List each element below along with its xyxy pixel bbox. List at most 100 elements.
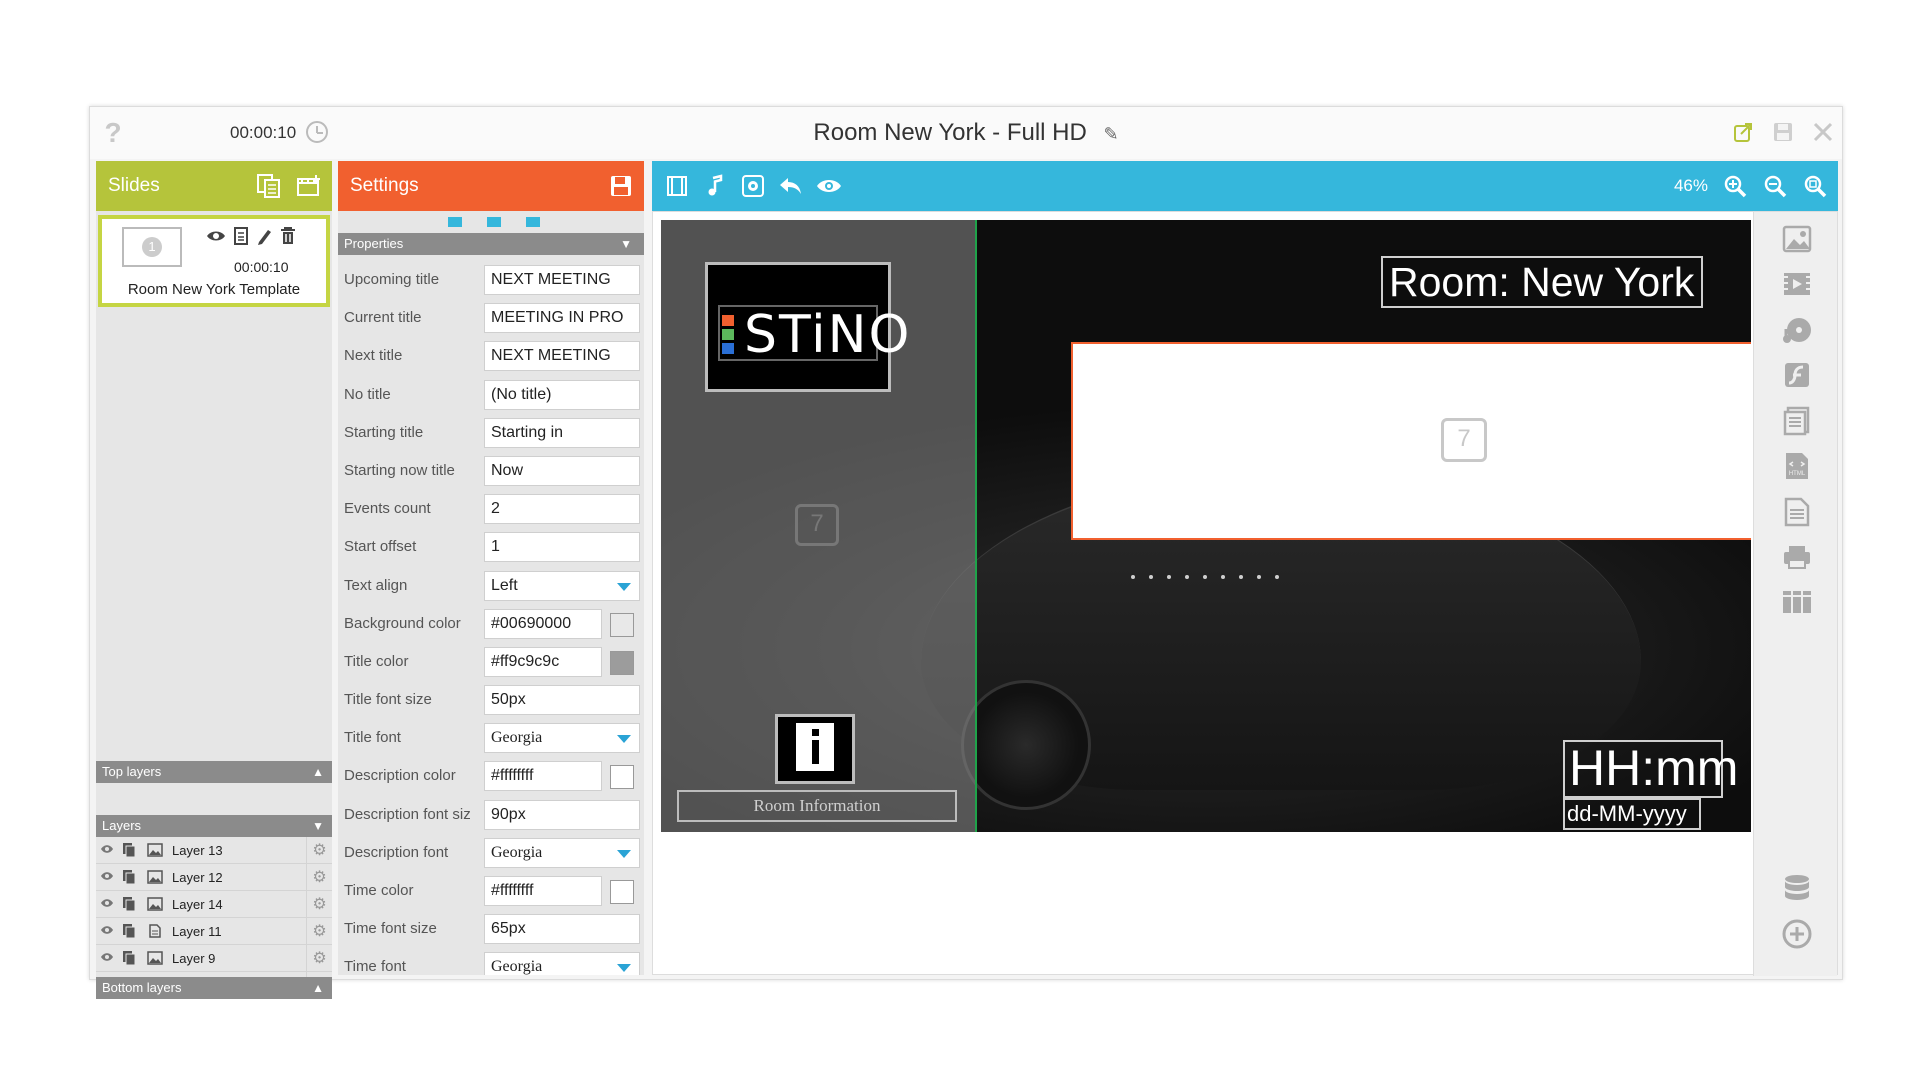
- pager-dot[interactable]: [526, 217, 540, 227]
- frame-icon[interactable]: [662, 171, 692, 201]
- document-widget-icon[interactable]: [1778, 493, 1816, 531]
- dropdown-arrow-icon[interactable]: [617, 735, 631, 744]
- export-icon[interactable]: [1730, 119, 1756, 145]
- image-widget-icon[interactable]: [1778, 220, 1816, 258]
- preview-eye-icon[interactable]: [814, 171, 844, 201]
- edit-title-icon[interactable]: ✎: [1104, 124, 1119, 145]
- settings-pager[interactable]: [448, 217, 540, 227]
- property-select[interactable]: Georgia: [484, 723, 640, 754]
- info-icon-layer[interactable]: [775, 714, 855, 784]
- property-input[interactable]: NEXT MEETING: [484, 341, 640, 372]
- html-widget-icon[interactable]: HTML: [1778, 447, 1816, 485]
- layers-section[interactable]: Layers ▼: [96, 815, 332, 837]
- layer-copy-icon[interactable]: [118, 923, 140, 939]
- color-input[interactable]: #ffffffff: [484, 876, 602, 906]
- add-widget-icon[interactable]: [1778, 915, 1816, 953]
- layer-row[interactable]: Layer 11 ⚙: [96, 917, 332, 945]
- layer-row[interactable]: Layer 14 ⚙: [96, 890, 332, 918]
- collapse-up-icon[interactable]: ▲: [312, 761, 324, 783]
- property-input[interactable]: Starting in: [484, 417, 640, 448]
- layer-settings-gear-icon[interactable]: ⚙: [306, 890, 332, 918]
- property-select[interactable]: Left: [484, 570, 640, 601]
- layer-settings-gear-icon[interactable]: ⚙: [306, 944, 332, 972]
- layer-copy-icon[interactable]: [118, 842, 140, 858]
- color-swatch[interactable]: [610, 765, 634, 790]
- slide-item[interactable]: 1 00:00:10 Room New York Template: [98, 215, 330, 307]
- zoom-out-icon[interactable]: [1760, 171, 1790, 201]
- properties-section[interactable]: Properties ▼: [338, 233, 644, 255]
- slide-visibility-icon[interactable]: [206, 227, 226, 250]
- color-input[interactable]: #ffffffff: [484, 761, 602, 792]
- layer-copy-icon[interactable]: [118, 950, 140, 966]
- time-layer[interactable]: HH:mm: [1563, 740, 1738, 798]
- property-input[interactable]: 2: [484, 494, 640, 525]
- property-select[interactable]: Georgia: [484, 837, 640, 868]
- slide-edit-icon[interactable]: [256, 227, 272, 250]
- video-widget-icon[interactable]: [1778, 265, 1816, 303]
- dropdown-arrow-icon[interactable]: [617, 849, 631, 858]
- layer-settings-gear-icon[interactable]: ⚙: [306, 863, 332, 891]
- settings-gear-icon[interactable]: [738, 171, 768, 201]
- room-title-layer[interactable]: Room: New York: [1381, 256, 1703, 308]
- layer-visibility-icon[interactable]: [96, 951, 118, 965]
- slide-delete-icon[interactable]: [280, 227, 296, 250]
- slide-canvas[interactable]: STiNO 7 Room Information Room: New York …: [661, 220, 1751, 832]
- save-settings-icon[interactable]: [606, 171, 636, 201]
- layer-visibility-icon[interactable]: [96, 924, 118, 938]
- color-swatch[interactable]: [610, 650, 634, 675]
- color-swatch[interactable]: [610, 880, 634, 904]
- left-info-panel[interactable]: STiNO 7 Room Information: [661, 220, 977, 832]
- grid-widget-icon[interactable]: [1778, 583, 1816, 621]
- property-input[interactable]: 1: [484, 532, 640, 563]
- color-input[interactable]: #00690000: [484, 608, 602, 639]
- audio-widget-icon[interactable]: [1778, 311, 1816, 349]
- music-icon[interactable]: [700, 171, 730, 201]
- property-input[interactable]: Now: [484, 455, 640, 486]
- property-input[interactable]: NEXT MEETING: [484, 265, 640, 295]
- zoom-fit-icon[interactable]: [1800, 171, 1830, 201]
- dropdown-arrow-icon[interactable]: [617, 582, 631, 591]
- layer-visibility-icon[interactable]: [96, 843, 118, 857]
- logo-layer[interactable]: STiNO: [705, 262, 909, 392]
- layer-visibility-icon[interactable]: [96, 870, 118, 884]
- dropdown-arrow-icon[interactable]: [617, 964, 631, 973]
- save-icon[interactable]: [1770, 119, 1796, 145]
- property-input[interactable]: (No title): [484, 379, 640, 410]
- add-slide-icon[interactable]: [294, 171, 324, 201]
- property-input[interactable]: 50px: [484, 685, 640, 716]
- property-select[interactable]: Georgia: [484, 952, 640, 975]
- news-widget-icon[interactable]: [1778, 402, 1816, 440]
- collapse-up-icon[interactable]: ▲: [312, 977, 324, 999]
- pager-dot[interactable]: [487, 217, 501, 227]
- undo-icon[interactable]: [776, 171, 806, 201]
- bottom-layers-section[interactable]: Bottom layers ▲: [96, 977, 332, 999]
- color-swatch[interactable]: [610, 612, 634, 637]
- room-info-label[interactable]: Room Information: [677, 790, 957, 822]
- database-icon[interactable]: [1778, 870, 1816, 908]
- property-input[interactable]: MEETING IN PRO: [484, 303, 640, 334]
- top-layers-section[interactable]: Top layers ▲: [96, 761, 332, 783]
- slide-copy-icon[interactable]: [234, 227, 248, 250]
- layer-row[interactable]: Layer 13 ⚙: [96, 837, 332, 864]
- expand-down-icon[interactable]: ▼: [620, 233, 632, 255]
- layer-settings-gear-icon[interactable]: ⚙: [306, 917, 332, 945]
- layer-copy-icon[interactable]: [118, 869, 140, 885]
- layer-visibility-icon[interactable]: [96, 897, 118, 911]
- property-input[interactable]: 90px: [484, 799, 640, 830]
- close-icon[interactable]: [1810, 119, 1836, 145]
- pager-dot[interactable]: [448, 217, 462, 227]
- layer-copy-icon[interactable]: [118, 896, 140, 912]
- duplicate-slide-icon[interactable]: [254, 171, 284, 201]
- property-input[interactable]: 65px: [484, 914, 640, 945]
- calendar-icon[interactable]: 7: [795, 504, 839, 546]
- date-layer[interactable]: dd-MM-yyyy: [1563, 798, 1701, 830]
- printer-widget-icon[interactable]: [1778, 538, 1816, 576]
- flash-widget-icon[interactable]: [1778, 356, 1816, 394]
- layer-row[interactable]: Layer 12 ⚙: [96, 863, 332, 891]
- layer-row[interactable]: Layer 9 ⚙: [96, 944, 332, 972]
- color-input[interactable]: #ff9c9c9c: [484, 646, 602, 677]
- events-layer[interactable]: 7: [1071, 342, 1751, 540]
- expand-down-icon[interactable]: ▼: [312, 815, 324, 837]
- slide-thumbnail[interactable]: 1: [122, 227, 182, 267]
- layer-settings-gear-icon[interactable]: ⚙: [306, 837, 332, 864]
